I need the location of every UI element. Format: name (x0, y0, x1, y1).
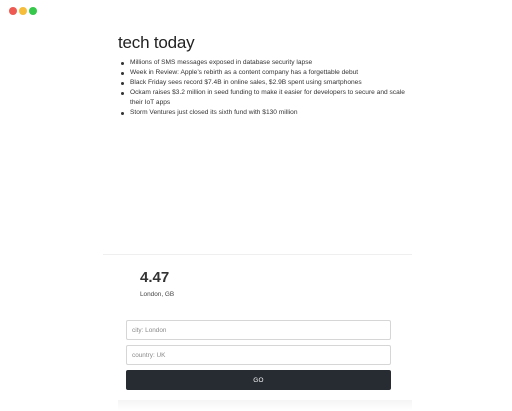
news-section: tech today Millions of SMS messages expo… (118, 33, 418, 118)
maximize-icon[interactable] (29, 7, 37, 15)
country-input[interactable] (126, 345, 391, 365)
news-item: Storm Ventures just closed its sixth fun… (118, 108, 418, 118)
weather-location: London, GB (140, 291, 175, 298)
news-list: Millions of SMS messages exposed in data… (118, 58, 418, 118)
city-input[interactable] (126, 320, 391, 340)
news-title: tech today (118, 33, 195, 52)
news-item: Millions of SMS messages exposed in data… (118, 58, 418, 68)
weather-section: 4.47 London, GB (140, 269, 174, 298)
news-item: Ockam raises $3.2 million in seed fundin… (118, 88, 418, 108)
news-item: Black Friday sees record $7.4B in online… (118, 78, 418, 88)
minimize-icon[interactable] (19, 7, 27, 15)
close-icon[interactable] (9, 7, 17, 15)
bottom-shadow (118, 400, 412, 411)
news-item: Week in Review: Apple’s rebirth as a con… (118, 68, 418, 78)
go-button[interactable]: GO (126, 370, 391, 390)
section-divider (103, 254, 412, 255)
window-titlebar (0, 0, 512, 22)
weather-temperature: 4.47 (140, 269, 170, 286)
